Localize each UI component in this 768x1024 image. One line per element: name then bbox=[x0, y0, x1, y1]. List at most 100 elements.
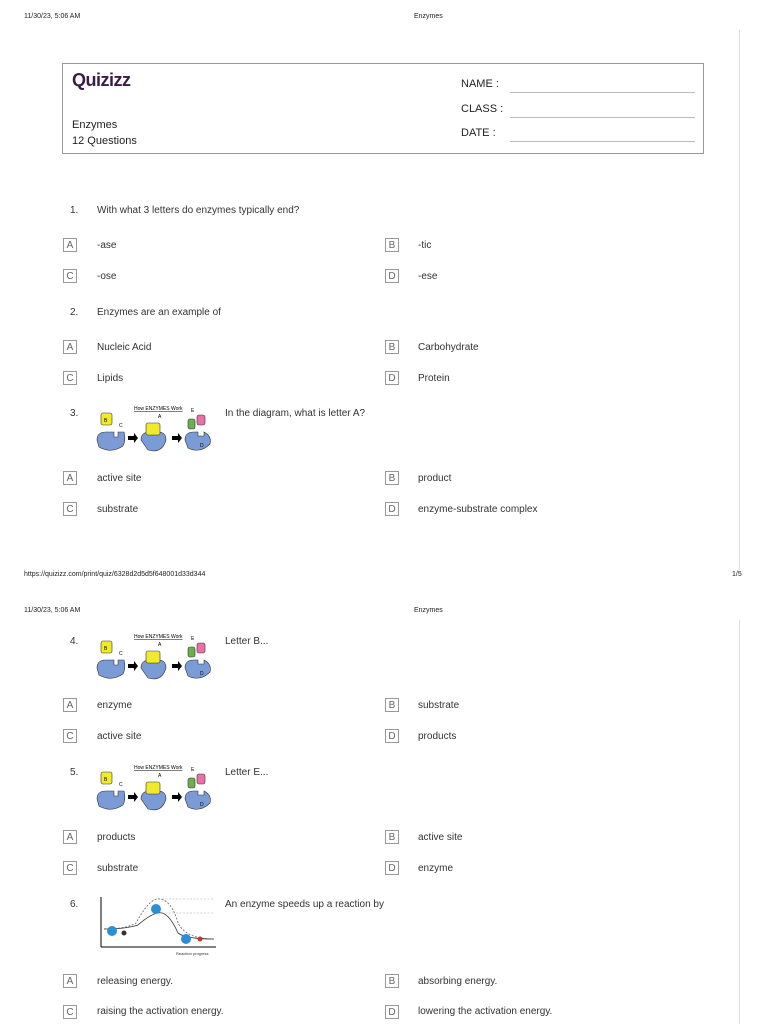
date-field[interactable] bbox=[510, 141, 695, 142]
option-letter[interactable]: B bbox=[385, 974, 399, 988]
label-e: E bbox=[191, 408, 195, 414]
option-text: -tic bbox=[418, 240, 432, 251]
option-letter[interactable]: B bbox=[385, 698, 399, 712]
uncatalyzed-curve bbox=[103, 898, 215, 940]
question-text: In the diagram, what is letter A? bbox=[225, 408, 366, 419]
option-letter[interactable]: A bbox=[63, 238, 77, 252]
enzyme-diagram: How ENZYMES Work B C A E D bbox=[96, 406, 211, 452]
print-title: Enzymes bbox=[414, 13, 443, 20]
product-shape bbox=[196, 642, 206, 654]
enzyme-shape bbox=[96, 431, 126, 451]
option-text: active site bbox=[97, 473, 142, 484]
option-text: enzyme bbox=[418, 863, 454, 874]
label-d: D bbox=[200, 443, 204, 449]
question-text: Letter B... bbox=[225, 636, 269, 647]
label-a: A bbox=[158, 773, 162, 779]
name-field[interactable] bbox=[510, 92, 695, 93]
x-axis-label: Reaction progress bbox=[176, 951, 208, 956]
option-text: Lipids bbox=[97, 373, 124, 384]
option-text: -ose bbox=[97, 271, 117, 282]
question-number: 2. bbox=[70, 307, 79, 318]
option-letter[interactable]: B bbox=[385, 340, 399, 354]
option-letter[interactable]: B bbox=[385, 238, 399, 252]
label-a: A bbox=[158, 414, 162, 420]
option-text: lowering the activation energy. bbox=[418, 1006, 553, 1017]
substrate-icon bbox=[121, 930, 127, 936]
energy-graph: Reaction progress bbox=[100, 897, 216, 956]
option-letter[interactable]: A bbox=[63, 698, 77, 712]
question-number: 1. bbox=[70, 205, 79, 216]
label-c: C bbox=[119, 423, 123, 429]
option-text: -ese bbox=[418, 271, 438, 282]
arrow-icon bbox=[128, 433, 138, 443]
class-field[interactable] bbox=[510, 117, 695, 118]
released-enzyme-shape bbox=[184, 659, 211, 679]
diagram-title: How ENZYMES Work bbox=[134, 765, 183, 771]
option-letter[interactable]: A bbox=[63, 340, 77, 354]
option-letter[interactable]: C bbox=[63, 269, 77, 283]
label-e: E bbox=[191, 767, 195, 773]
question-count: 12 Questions bbox=[72, 135, 137, 147]
arrow-icon bbox=[172, 661, 182, 671]
option-letter[interactable]: B bbox=[385, 471, 399, 485]
question-number: 4. bbox=[70, 636, 79, 647]
question-text: Enzymes are an example of bbox=[97, 307, 221, 318]
option-letter[interactable]: C bbox=[63, 371, 77, 385]
option-letter[interactable]: C bbox=[63, 861, 77, 875]
option-letter[interactable]: B bbox=[385, 830, 399, 844]
option-letter[interactable]: D bbox=[385, 371, 399, 385]
product-shape bbox=[187, 777, 196, 789]
product-shape bbox=[187, 418, 196, 430]
option-text: Nucleic Acid bbox=[97, 342, 152, 353]
option-text: Protein bbox=[418, 373, 450, 384]
option-letter[interactable]: D bbox=[385, 502, 399, 516]
released-enzyme-shape bbox=[184, 790, 211, 810]
arrow-icon bbox=[172, 433, 182, 443]
print-title: Enzymes bbox=[414, 607, 443, 614]
print-date: 11/30/23, 5:06 AM bbox=[24, 13, 81, 20]
option-text: active site bbox=[97, 731, 142, 742]
label-a: A bbox=[158, 642, 162, 648]
option-letter[interactable]: A bbox=[63, 471, 77, 485]
page-number: 1/5 bbox=[732, 571, 742, 578]
question-text: With what 3 letters do enzymes typically… bbox=[97, 205, 300, 216]
quizizz-logo: Quizizz bbox=[72, 70, 131, 90]
option-text: substrate bbox=[97, 504, 139, 515]
option-text: absorbing energy. bbox=[418, 976, 498, 987]
option-letter[interactable]: C bbox=[63, 729, 77, 743]
complex-substrate-shape bbox=[145, 650, 161, 664]
option-letter[interactable]: D bbox=[385, 269, 399, 283]
enzyme-icon bbox=[107, 926, 117, 936]
label-e: E bbox=[191, 636, 195, 642]
question-text: An enzyme speeds up a reaction by bbox=[225, 899, 384, 910]
option-letter[interactable]: D bbox=[385, 729, 399, 743]
print-date: 11/30/23, 5:06 AM bbox=[24, 607, 81, 614]
arrow-icon bbox=[128, 661, 138, 671]
option-text: enzyme bbox=[97, 700, 133, 711]
option-text: products bbox=[418, 731, 457, 742]
enzyme-diagram: How ENZYMES Work B C A E D bbox=[96, 634, 211, 680]
option-letter[interactable]: A bbox=[63, 830, 77, 844]
complex-substrate-shape bbox=[145, 781, 161, 795]
option-letter[interactable]: C bbox=[63, 502, 77, 516]
page-edge-line bbox=[739, 30, 740, 570]
date-label: DATE : bbox=[461, 127, 496, 139]
option-letter[interactable]: A bbox=[63, 974, 77, 988]
option-text: substrate bbox=[418, 700, 460, 711]
page-edge-line bbox=[739, 620, 740, 1024]
option-text: enzyme-substrate complex bbox=[418, 504, 538, 515]
option-letter[interactable]: D bbox=[385, 861, 399, 875]
option-text: -ase bbox=[97, 240, 117, 251]
product-icon bbox=[197, 936, 203, 942]
product-shape bbox=[187, 646, 196, 658]
question-number: 3. bbox=[70, 408, 79, 419]
print-url: https://quizizz.com/print/quiz/6328d2d5d… bbox=[24, 571, 206, 578]
enzyme-diagram: How ENZYMES Work B C A E D bbox=[96, 765, 211, 811]
option-letter[interactable]: C bbox=[63, 1005, 77, 1019]
complex-substrate-shape bbox=[145, 422, 161, 436]
option-letter[interactable]: D bbox=[385, 1005, 399, 1019]
option-text: substrate bbox=[97, 863, 139, 874]
option-text: product bbox=[418, 473, 452, 484]
catalyzed-curve bbox=[103, 912, 215, 940]
question-number: 6. bbox=[70, 899, 79, 910]
